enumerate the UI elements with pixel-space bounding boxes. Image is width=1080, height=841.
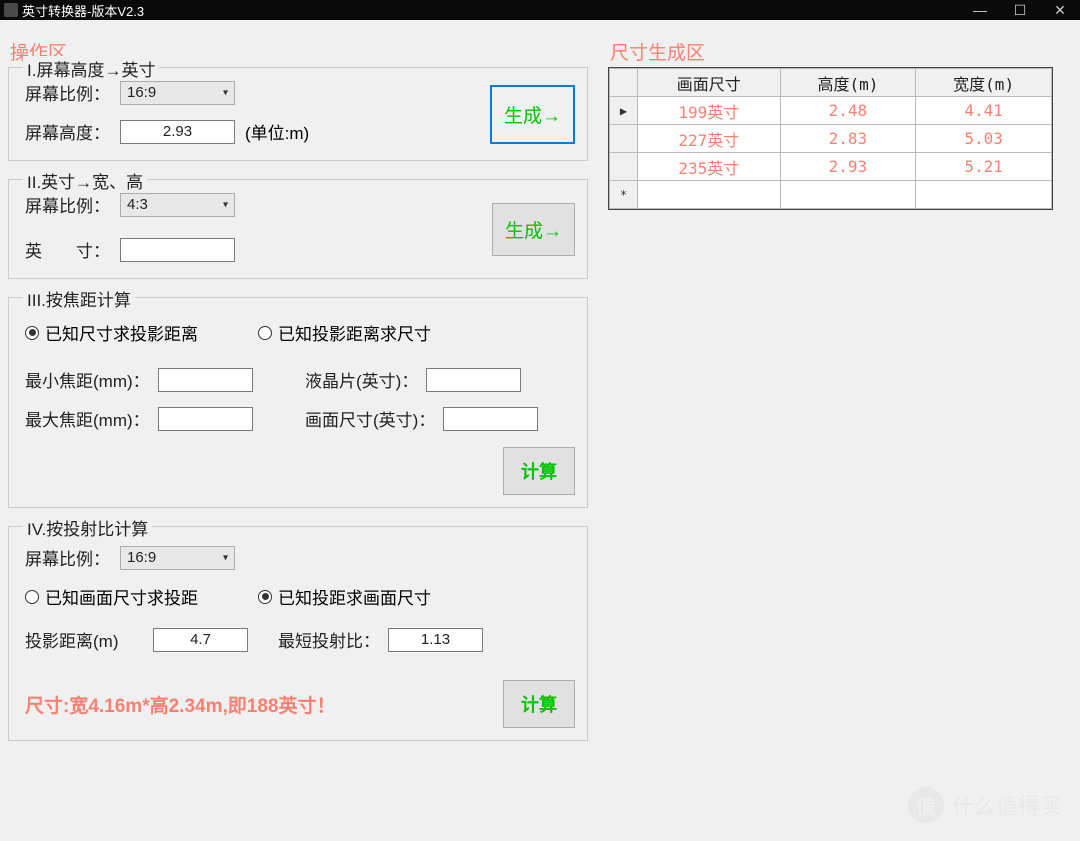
cell-height[interactable]: 2.48	[780, 97, 916, 125]
cell-size[interactable]: 235英寸	[638, 153, 781, 181]
s3-radio-a-label: 已知尺寸求投影距离	[45, 320, 198, 345]
table-row[interactable]: ▶ 199英寸 2.48 4.41	[610, 97, 1052, 125]
close-button[interactable]: ✕	[1040, 2, 1080, 19]
s4-radio-b-label: 已知投距求画面尺寸	[278, 584, 431, 609]
s4-radio-b[interactable]: 已知投距求画面尺寸	[258, 584, 431, 609]
s2-inch-input[interactable]	[120, 238, 235, 262]
row-marker: ▶	[610, 97, 638, 125]
s2-generate-button[interactable]: 生成→	[492, 203, 575, 256]
table-row[interactable]: 235英寸 2.93 5.21	[610, 153, 1052, 181]
cell-size[interactable]: 227英寸	[638, 125, 781, 153]
table-row[interactable]: 227英寸 2.83 5.03	[610, 125, 1052, 153]
s2-inch-label: 英 寸：	[25, 237, 110, 262]
s3-radio-b[interactable]: 已知投影距离求尺寸	[258, 320, 431, 345]
radio-icon	[25, 590, 39, 604]
watermark-text: 什么值得买	[952, 789, 1062, 821]
s2-ratio-value: 4:3	[127, 196, 148, 213]
minimize-button[interactable]: —	[960, 2, 1000, 19]
section-4: IV.按投射比计算 屏幕比例： 16:9 ▾ 已知画面尺寸求投距 已知投距求画面…	[8, 526, 588, 741]
app-icon	[4, 3, 18, 17]
section-2: II.英寸→宽、高 屏幕比例： 4:3 ▾ 英 寸： 生成→	[8, 179, 588, 279]
s3-size-input[interactable]	[443, 407, 538, 431]
maximize-button[interactable]: ☐	[1000, 2, 1040, 19]
s1-unit: (单位:m)	[245, 119, 309, 144]
right-group-label: 尺寸生成区	[608, 38, 1072, 65]
chevron-down-icon: ▾	[223, 552, 228, 563]
cell-width[interactable]: 5.03	[916, 125, 1052, 153]
result-grid[interactable]: 画面尺寸 高度(m) 宽度(m) ▶ 199英寸 2.48 4.41 227英寸	[608, 67, 1053, 210]
s3-maxf-label: 最大焦距(mm)：	[25, 406, 150, 431]
s1-generate-button[interactable]: 生成→	[490, 85, 575, 144]
col-width[interactable]: 宽度(m)	[916, 69, 1052, 97]
new-row-marker: *	[610, 181, 638, 209]
s3-radio-a[interactable]: 已知尺寸求投影距离	[25, 320, 198, 345]
col-height[interactable]: 高度(m)	[780, 69, 916, 97]
s4-result: 尺寸:宽4.16m*高2.34m,即188英寸！	[25, 691, 335, 718]
row-marker	[610, 125, 638, 153]
s4-dist-label: 投影距离(m)	[25, 627, 145, 652]
s4-throw-label: 最短投射比：	[278, 627, 380, 652]
titlebar: 英寸转换器-版本V2.3 — ☐ ✕	[0, 0, 1080, 20]
cell-height[interactable]: 2.93	[780, 153, 916, 181]
section-3: III.按焦距计算 已知尺寸求投影距离 已知投影距离求尺寸 最小焦距(mm)： …	[8, 297, 588, 508]
watermark: 值 什么值得买	[908, 787, 1062, 823]
s3-radio-b-label: 已知投影距离求尺寸	[278, 320, 431, 345]
cell-width[interactable]: 4.41	[916, 97, 1052, 125]
s3-minf-label: 最小焦距(mm)：	[25, 367, 150, 392]
s4-dist-input[interactable]	[153, 628, 248, 652]
chevron-down-icon: ▾	[223, 199, 228, 210]
s1-ratio-label: 屏幕比例：	[25, 80, 110, 105]
s3-minf-input[interactable]	[158, 368, 253, 392]
section-1-legend: I.屏幕高度→英寸	[23, 56, 159, 81]
s4-ratio-select[interactable]: 16:9 ▾	[120, 546, 235, 570]
section-2-legend: II.英寸→宽、高	[23, 168, 147, 193]
s2-ratio-label: 屏幕比例：	[25, 192, 110, 217]
s4-ratio-value: 16:9	[127, 549, 156, 566]
s1-height-label: 屏幕高度：	[25, 119, 110, 144]
grid-corner	[610, 69, 638, 97]
s4-ratio-label: 屏幕比例：	[25, 545, 110, 570]
s4-throw-input[interactable]	[388, 628, 483, 652]
section-4-legend: IV.按投射比计算	[23, 515, 152, 540]
s3-size-label: 画面尺寸(英寸)：	[305, 406, 435, 431]
s4-calc-button[interactable]: 计算	[503, 680, 575, 728]
table-new-row[interactable]: *	[610, 181, 1052, 209]
window-title: 英寸转换器-版本V2.3	[22, 1, 144, 20]
s2-ratio-select[interactable]: 4:3 ▾	[120, 193, 235, 217]
s3-maxf-input[interactable]	[158, 407, 253, 431]
s1-ratio-value: 16:9	[127, 84, 156, 101]
row-marker	[610, 153, 638, 181]
cell-width[interactable]: 5.21	[916, 153, 1052, 181]
radio-icon	[25, 326, 39, 340]
col-size[interactable]: 画面尺寸	[638, 69, 781, 97]
s1-ratio-select[interactable]: 16:9 ▾	[120, 81, 235, 105]
s3-calc-button[interactable]: 计算	[503, 447, 575, 495]
section-3-legend: III.按焦距计算	[23, 286, 135, 311]
s3-lcd-input[interactable]	[426, 368, 521, 392]
s3-lcd-label: 液晶片(英寸)：	[305, 367, 418, 392]
radio-icon	[258, 326, 272, 340]
cell-height[interactable]: 2.83	[780, 125, 916, 153]
chevron-down-icon: ▾	[223, 87, 228, 98]
radio-icon	[258, 590, 272, 604]
section-1: I.屏幕高度→英寸 屏幕比例： 16:9 ▾ 屏幕高度： (单位:m)	[8, 67, 588, 161]
s4-radio-a-label: 已知画面尺寸求投距	[45, 584, 198, 609]
s1-height-input[interactable]	[120, 120, 235, 144]
cell-size[interactable]: 199英寸	[638, 97, 781, 125]
s4-radio-a[interactable]: 已知画面尺寸求投距	[25, 584, 198, 609]
watermark-badge: 值	[908, 787, 944, 823]
